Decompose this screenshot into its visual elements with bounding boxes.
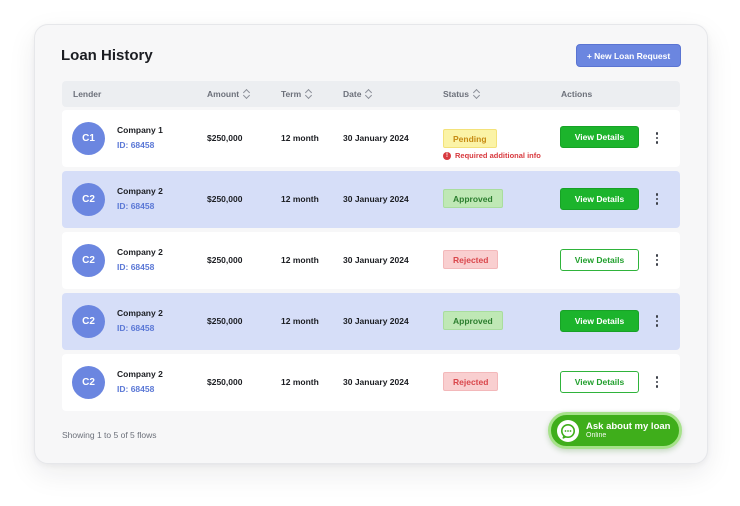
term-cell: 12 month: [281, 194, 319, 204]
company-id: ID: 68458: [117, 140, 155, 150]
table-row[interactable]: C2 Company 2 ID: 68458 $250,000 12 month…: [62, 171, 680, 228]
amount-cell: $250,000: [207, 133, 243, 143]
sort-icon[interactable]: [366, 89, 372, 99]
date-cell: 30 January 2024: [343, 255, 409, 265]
company-id: ID: 68458: [117, 323, 155, 333]
view-details-button[interactable]: View Details: [560, 188, 639, 210]
company-name: Company 1: [117, 125, 163, 135]
company-name: Company 2: [117, 247, 163, 257]
table-row[interactable]: C2 Company 2 ID: 68458 $250,000 12 month…: [62, 354, 680, 411]
column-header-date[interactable]: Date: [343, 81, 372, 107]
status-badge: Pending: [443, 129, 497, 148]
more-options-icon[interactable]: [651, 130, 663, 146]
column-label: Status: [443, 89, 469, 99]
more-options-icon[interactable]: [651, 313, 663, 329]
column-label: Term: [281, 89, 302, 99]
date-cell: 30 January 2024: [343, 133, 409, 143]
table-row[interactable]: C2 Company 2 ID: 68458 $250,000 12 month…: [62, 293, 680, 350]
status-note: ! Required additional info: [443, 151, 541, 160]
sort-icon[interactable]: [474, 89, 480, 99]
new-loan-request-button[interactable]: + New Loan Request: [576, 44, 681, 67]
more-options-icon[interactable]: [651, 374, 663, 390]
company-id: ID: 68458: [117, 201, 155, 211]
more-options-icon[interactable]: [651, 252, 663, 268]
status-note-text: Required additional info: [455, 151, 541, 160]
column-header-actions: Actions: [561, 81, 592, 107]
avatar: C1: [72, 122, 105, 155]
status-badge: Rejected: [443, 250, 499, 269]
table-row[interactable]: C2 Company 2 ID: 68458 $250,000 12 month…: [62, 232, 680, 289]
sort-icon[interactable]: [244, 89, 250, 99]
amount-cell: $250,000: [207, 194, 243, 204]
view-details-button[interactable]: View Details: [560, 310, 639, 332]
avatar: C2: [72, 183, 105, 216]
table-row[interactable]: C1 Company 1 ID: 68458 $250,000 12 month…: [62, 110, 680, 167]
column-header-status[interactable]: Status: [443, 81, 480, 107]
term-cell: 12 month: [281, 255, 319, 265]
column-header-lender: Lender: [73, 81, 101, 107]
column-label: Amount: [207, 89, 240, 99]
term-cell: 12 month: [281, 316, 319, 326]
term-cell: 12 month: [281, 377, 319, 387]
view-details-button[interactable]: View Details: [560, 249, 639, 271]
company-id: ID: 68458: [117, 262, 155, 272]
column-header-term[interactable]: Term: [281, 81, 312, 107]
page-title: Loan History: [61, 47, 153, 64]
column-header-amount[interactable]: Amount: [207, 81, 250, 107]
column-label: Lender: [73, 89, 102, 99]
amount-cell: $250,000: [207, 255, 243, 265]
amount-cell: $250,000: [207, 377, 243, 387]
chat-status: Online: [586, 431, 607, 439]
pagination-summary: Showing 1 to 5 of 5 flows: [62, 430, 157, 440]
ask-about-loan-chat-button[interactable]: Ask about my loan Online: [548, 412, 682, 449]
company-name: Company 2: [117, 369, 163, 379]
amount-cell: $250,000: [207, 316, 243, 326]
sort-icon[interactable]: [306, 89, 312, 99]
status-badge: Approved: [443, 311, 503, 330]
more-options-icon[interactable]: [651, 191, 663, 207]
status-badge: Rejected: [443, 372, 499, 391]
date-cell: 30 January 2024: [343, 377, 409, 387]
alert-icon: !: [443, 151, 451, 160]
date-cell: 30 January 2024: [343, 194, 409, 204]
column-label: Date: [343, 89, 362, 99]
table-header: Lender Amount Term Date Status Actions: [62, 81, 680, 107]
term-cell: 12 month: [281, 133, 319, 143]
loan-history-card: Loan History + New Loan Request Lender A…: [34, 24, 708, 464]
company-name: Company 2: [117, 186, 163, 196]
chat-title: Ask about my loan: [586, 420, 671, 432]
date-cell: 30 January 2024: [343, 316, 409, 326]
view-details-button[interactable]: View Details: [560, 371, 639, 393]
chat-bubble-icon: [557, 419, 579, 442]
column-label: Actions: [561, 89, 593, 99]
avatar: C2: [72, 366, 105, 399]
avatar: C2: [72, 305, 105, 338]
company-id: ID: 68458: [117, 384, 155, 394]
avatar: C2: [72, 244, 105, 277]
status-badge: Approved: [443, 189, 503, 208]
chat-text: Ask about my loan Online: [586, 420, 671, 440]
company-name: Company 2: [117, 308, 163, 318]
view-details-button[interactable]: View Details: [560, 126, 639, 148]
